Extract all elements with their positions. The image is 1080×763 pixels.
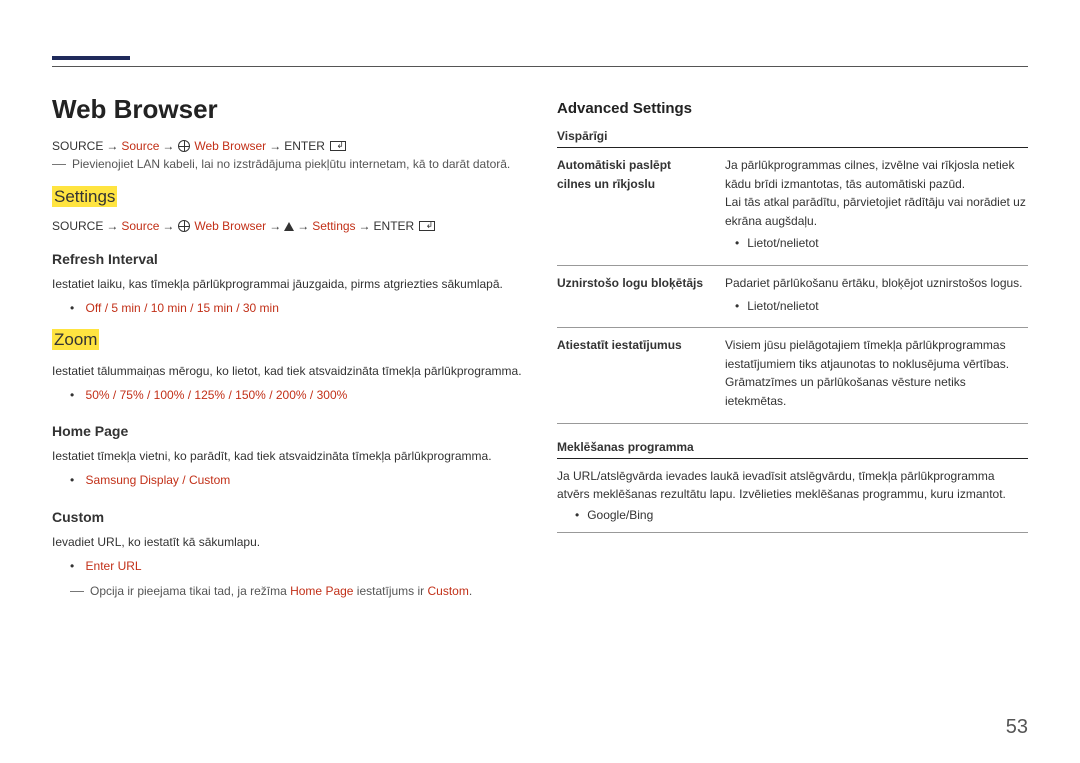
- opt: 5 min: [111, 301, 140, 315]
- arrow-icon: →: [297, 219, 309, 233]
- bc-webbrowser: Web Browser: [194, 219, 266, 233]
- setting-text: Ja pārlūkprogrammas cilnes, izvēlne vai …: [725, 158, 1026, 228]
- enter-icon: [419, 221, 435, 231]
- opt: 75%: [120, 388, 144, 402]
- setting-value: Padariet pārlūkošanu ērtāku, bloķējot uz…: [725, 274, 1028, 315]
- opt: Enter URL: [86, 559, 142, 573]
- note-text: Pievienojiet LAN kabeli, lai no izstrādā…: [72, 157, 510, 171]
- enter-icon: [330, 141, 346, 151]
- bc-source: SOURCE: [52, 219, 103, 233]
- home-options-list: Samsung Display / Custom: [52, 471, 523, 490]
- refresh-heading: Refresh Interval: [52, 251, 523, 267]
- divider: [557, 458, 1028, 459]
- refresh-desc: Iestatiet laiku, kas tīmekļa pārlūkprogr…: [52, 275, 523, 293]
- setting-text: Padariet pārlūkošanu ērtāku, bloķējot uz…: [725, 276, 1023, 290]
- list-item: Samsung Display / Custom: [70, 471, 523, 490]
- opt: 30 min: [243, 301, 279, 315]
- bc-settings: Settings: [312, 219, 355, 233]
- note-1: Pievienojiet LAN kabeli, lai no izstrādā…: [52, 157, 523, 171]
- right-column: Advanced Settings Vispārīgi Automātiski …: [557, 94, 1028, 598]
- page-content: Web Browser SOURCE → Source → Web Browse…: [0, 0, 1080, 598]
- fn-hp: Home Page: [290, 584, 353, 598]
- opt: 50%: [86, 388, 110, 402]
- up-arrow-icon: [284, 222, 294, 231]
- header-rule: [52, 66, 1028, 67]
- globe-icon: [178, 140, 190, 152]
- opt: 300%: [317, 388, 348, 402]
- main-title: Web Browser: [52, 94, 523, 125]
- zoom-heading: Zoom: [52, 329, 99, 350]
- header-accent: [52, 56, 130, 60]
- search-option: Google/Bing: [575, 508, 1028, 522]
- opt: 15 min: [197, 301, 233, 315]
- opt: 10 min: [151, 301, 187, 315]
- custom-footnote: Opcija ir pieejama tikai tad, ja režīma …: [52, 584, 523, 598]
- list-item: Enter URL: [70, 557, 523, 576]
- bc-enter: ENTER: [374, 219, 415, 233]
- note-dash-icon: [52, 164, 66, 165]
- arrow-icon: →: [162, 139, 174, 153]
- fn-text: .: [469, 584, 472, 598]
- setting-label: Automātiski paslēpt cilnes un rīkjoslu: [557, 156, 707, 253]
- home-heading: Home Page: [52, 423, 523, 439]
- globe-icon: [178, 220, 190, 232]
- search-desc: Ja URL/atslēgvārda ievades laukā ievadīs…: [557, 467, 1028, 504]
- opt: Off: [86, 301, 102, 315]
- opt: 125%: [194, 388, 225, 402]
- list-item: 50% / 75% / 100% / 125% / 150% / 200% / …: [70, 386, 523, 405]
- divider: [557, 532, 1028, 533]
- page-number: 53: [1006, 716, 1028, 739]
- list-item: Off / 5 min / 10 min / 15 min / 30 min: [70, 299, 523, 318]
- setting-value: Visiem jūsu pielāgotajiem tīmekļa pārlūk…: [725, 336, 1028, 410]
- setting-bullet: Lietot/nelietot: [735, 297, 1028, 316]
- setting-row-popup: Uznirstošo logu bloķētājs Padariet pārlū…: [557, 266, 1028, 317]
- bc-enter: ENTER: [284, 139, 325, 153]
- left-column: Web Browser SOURCE → Source → Web Browse…: [52, 94, 523, 598]
- arrow-icon: →: [106, 219, 118, 233]
- setting-value: Ja pārlūkprogrammas cilnes, izvēlne vai …: [725, 156, 1028, 253]
- custom-desc: Ievadiet URL, ko iestatīt kā sākumlapu.: [52, 533, 523, 551]
- settings-heading: Settings: [52, 186, 117, 207]
- arrow-icon: →: [106, 139, 118, 153]
- setting-label: Atiestatīt iestatījumus: [557, 336, 707, 410]
- breadcrumb-2: SOURCE → Source → Web Browser → → Settin…: [52, 219, 523, 233]
- opt: Custom: [189, 473, 230, 487]
- zoom-options-list: 50% / 75% / 100% / 125% / 150% / 200% / …: [52, 386, 523, 405]
- bc-source2: Source: [121, 219, 159, 233]
- custom-heading: Custom: [52, 509, 523, 525]
- opt: 150%: [235, 388, 266, 402]
- fn-text: Opcija ir pieejama tikai tad, ja režīma: [90, 584, 290, 598]
- setting-row-autohide: Automātiski paslēpt cilnes un rīkjoslu J…: [557, 148, 1028, 255]
- setting-text: Visiem jūsu pielāgotajiem tīmekļa pārlūk…: [725, 338, 1009, 408]
- advanced-settings-heading: Advanced Settings: [557, 100, 1028, 117]
- setting-label: Uznirstošo logu bloķētājs: [557, 274, 707, 315]
- bc-webbrowser: Web Browser: [194, 139, 266, 153]
- zoom-desc: Iestatiet tālummaiņas mērogu, ko lietot,…: [52, 362, 523, 380]
- refresh-options-list: Off / 5 min / 10 min / 15 min / 30 min: [52, 299, 523, 318]
- search-section: Ja URL/atslēgvārda ievades laukā ievadīs…: [557, 467, 1028, 522]
- breadcrumb-1: SOURCE → Source → Web Browser → ENTER: [52, 139, 523, 153]
- arrow-icon: →: [359, 219, 371, 233]
- home-desc: Iestatiet tīmekļa vietni, ko parādīt, ka…: [52, 447, 523, 465]
- group-search: Meklēšanas programma: [557, 440, 1028, 454]
- arrow-icon: →: [269, 219, 281, 233]
- bc-source2: Source: [121, 139, 159, 153]
- opt: 100%: [154, 388, 185, 402]
- bc-source: SOURCE: [52, 139, 103, 153]
- opt: 200%: [276, 388, 307, 402]
- custom-options-list: Enter URL: [52, 557, 523, 576]
- note-dash-icon: [70, 591, 84, 592]
- fn-text: iestatījums ir: [353, 584, 427, 598]
- setting-bullet: Lietot/nelietot: [735, 234, 1028, 253]
- arrow-icon: →: [162, 219, 174, 233]
- arrow-icon: →: [269, 139, 281, 153]
- fn-cust: Custom: [427, 584, 468, 598]
- setting-row-reset: Atiestatīt iestatījumus Visiem jūsu piel…: [557, 328, 1028, 412]
- opt: Samsung Display: [86, 473, 179, 487]
- group-general: Vispārīgi: [557, 129, 1028, 143]
